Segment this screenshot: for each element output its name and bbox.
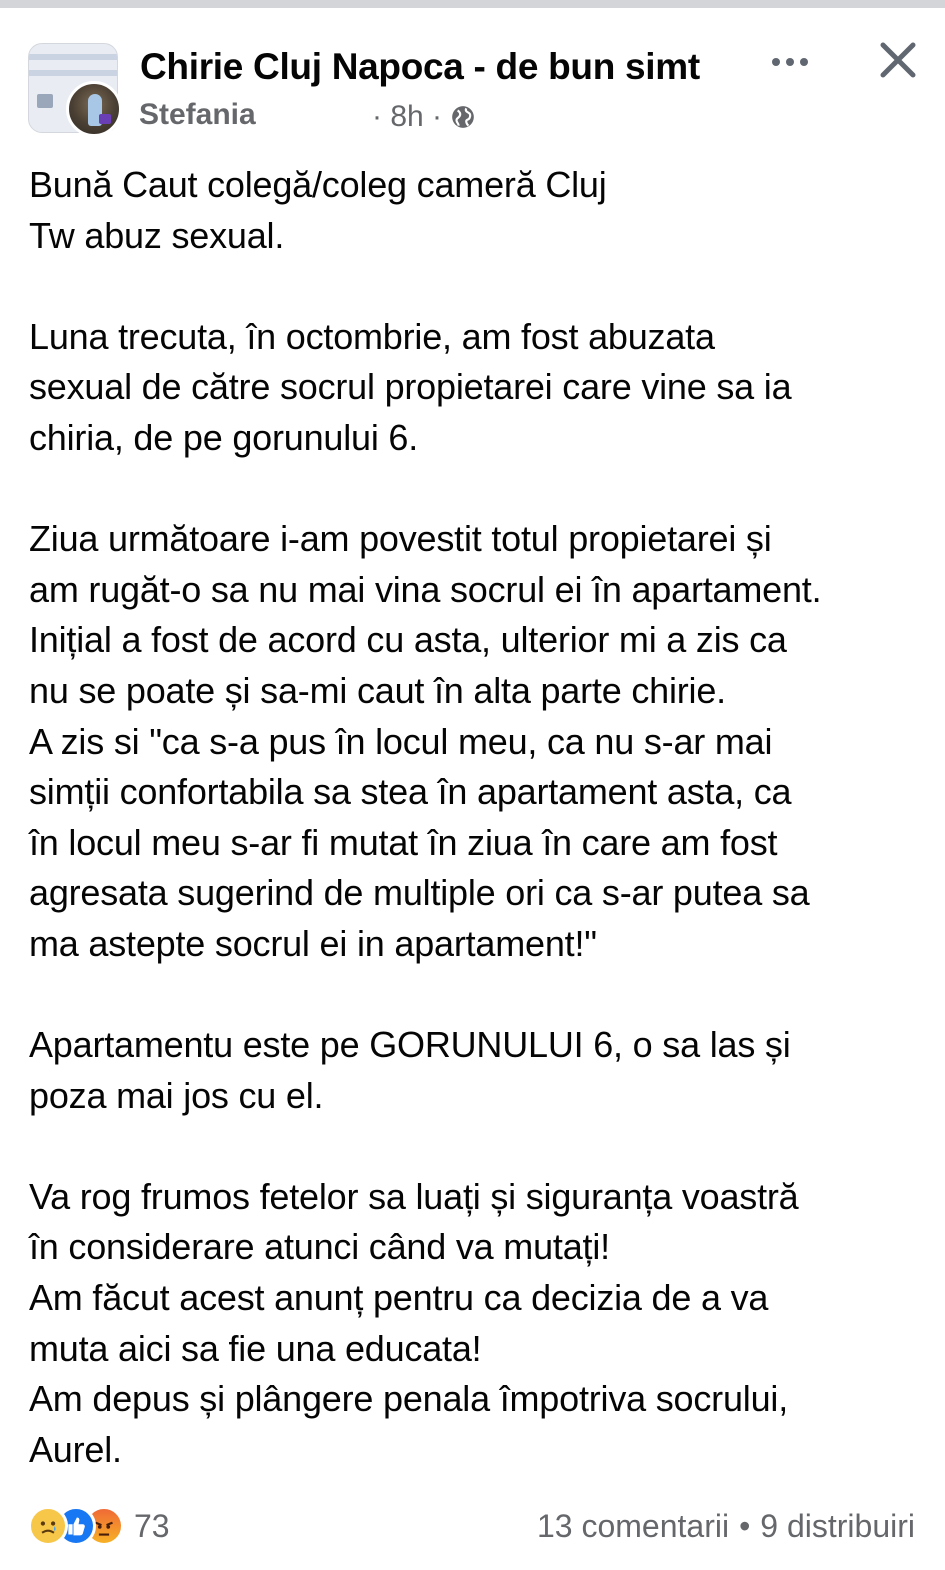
post-time[interactable]: · 8h · [372,100,442,134]
shares-count[interactable]: 9 distribuiri [760,1508,915,1544]
post-meta: · 8h · [372,100,476,134]
post-paragraph: Bună Caut colegă/coleg cameră Cluj Tw ab… [29,164,607,256]
post-paragraph: Va rog frumos fetelor sa luați și sigura… [29,1175,799,1470]
author-name[interactable]: Stefania [139,98,256,132]
close-icon[interactable] [878,40,918,80]
separator: • [739,1508,751,1544]
post-paragraph: Luna trecuta, în octombrie, am fost abuz… [29,315,792,458]
reactions-summary[interactable]: 73 [28,1503,170,1549]
avatar[interactable] [66,81,122,137]
group-name[interactable]: Chirie Cluj Napoca - de bun simt [140,46,700,88]
more-options-icon[interactable] [768,48,812,76]
post-text: Bună Caut colegă/coleg cameră Cluj Tw ab… [29,160,929,1475]
reaction-count[interactable]: 73 [134,1508,170,1545]
sad-reaction-icon [28,1506,68,1546]
globe-icon [452,106,474,128]
post-header: Chirie Cluj Napoca - de bun simt Stefani… [0,8,945,143]
comments-count[interactable]: 13 comentarii [537,1508,729,1544]
engagement-stats: 13 comentarii • 9 distribuiri [537,1508,915,1545]
post-paragraph: Apartamentu este pe GORUNULUI 6, o sa la… [29,1024,791,1116]
group-avatar[interactable] [28,43,123,138]
post-paragraph: Ziua următoare i-am povestit totul propi… [29,518,822,964]
top-divider [0,0,945,8]
